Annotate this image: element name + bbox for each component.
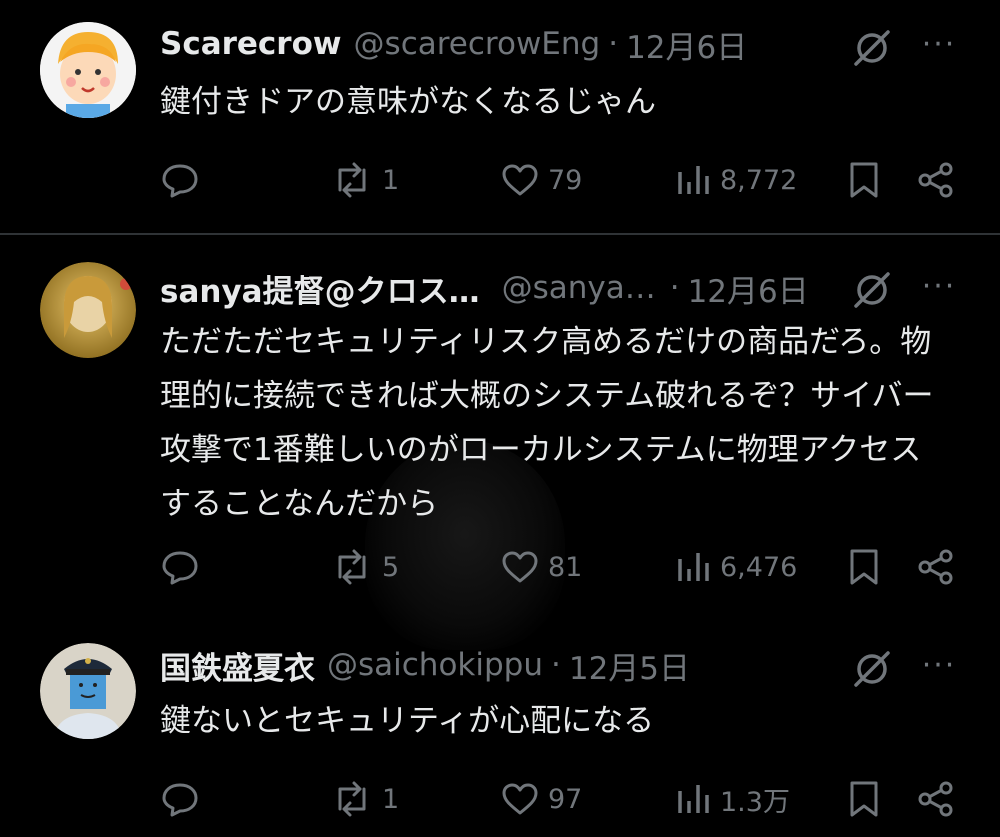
- photo-avatar-icon: [40, 262, 136, 358]
- like-button[interactable]: 81: [500, 545, 582, 589]
- retweet-icon: [338, 162, 366, 198]
- tweet-text: 鍵ないとセキュリティが心配になる: [160, 703, 655, 739]
- bookmark-button[interactable]: [846, 158, 882, 202]
- bookmark-button[interactable]: [846, 545, 882, 589]
- share-button[interactable]: [916, 777, 956, 821]
- views-button[interactable]: 8,772: [676, 158, 797, 202]
- like-button[interactable]: 97: [500, 777, 582, 821]
- like-count: 79: [548, 164, 583, 196]
- retweet-count: 1: [382, 783, 400, 815]
- view-count: 1.3万: [720, 786, 790, 818]
- views-button[interactable]: 6,476: [676, 545, 797, 589]
- bookmark-button[interactable]: [846, 777, 882, 821]
- uniform-person-avatar-icon: [40, 643, 136, 739]
- grok-icon[interactable]: [850, 647, 894, 691]
- views-button[interactable]: 1.3万: [676, 777, 790, 821]
- share-button[interactable]: [916, 158, 956, 202]
- analytics-icon: [678, 785, 709, 813]
- reply-button[interactable]: [160, 777, 208, 821]
- retweet-button[interactable]: 1: [330, 158, 399, 202]
- retweet-icon: [338, 781, 366, 817]
- share-icon: [918, 162, 953, 198]
- tweet-header: 国鉄盛夏衣 @saichokippu · 12月5日: [160, 643, 690, 687]
- display-name[interactable]: Scarecrow: [160, 26, 342, 62]
- reply-button[interactable]: [160, 545, 208, 589]
- share-button[interactable]: [916, 545, 956, 589]
- display-name[interactable]: sanya提督@クロス…: [160, 266, 480, 311]
- like-count: 81: [548, 551, 583, 583]
- reply-button[interactable]: [160, 158, 208, 202]
- separator-dot: ·: [608, 26, 619, 62]
- heart-icon: [502, 164, 538, 196]
- cartoon-boy-avatar-icon: [40, 22, 136, 118]
- tweet-divider: [0, 233, 1000, 235]
- heart-icon: [502, 783, 538, 815]
- tweet-text: ただただセキュリティリスク高めるだけの商品だろ。物理的に接続できれば大概のシステ…: [160, 324, 934, 522]
- analytics-icon: [678, 166, 709, 194]
- user-handle[interactable]: @sanya…: [502, 270, 656, 306]
- tweet-actions: 5 81 6,476: [0, 545, 1000, 589]
- reply-icon: [162, 551, 198, 585]
- like-count: 97: [548, 783, 583, 815]
- bookmark-icon: [850, 162, 878, 198]
- tweet-text: 鍵付きドアの意味がなくなるじゃん: [160, 84, 656, 120]
- user-handle[interactable]: @scarecrowEng: [354, 26, 601, 62]
- analytics-icon: [678, 553, 709, 581]
- retweet-count: 5: [382, 551, 400, 583]
- timestamp[interactable]: 12月5日: [569, 643, 690, 688]
- avatar[interactable]: [40, 22, 136, 118]
- grok-icon[interactable]: [850, 268, 894, 312]
- tweet-header: sanya提督@クロス… @sanya… · 12月6日: [160, 266, 809, 310]
- tweet-header: Scarecrow @scarecrowEng · 12月6日: [160, 22, 747, 66]
- more-options-icon[interactable]: ···: [917, 649, 961, 693]
- reply-icon: [162, 164, 198, 198]
- view-count: 6,476: [720, 551, 798, 583]
- share-icon: [918, 781, 953, 817]
- display-name[interactable]: 国鉄盛夏衣: [160, 643, 315, 688]
- retweet-button[interactable]: 5: [330, 545, 399, 589]
- bookmark-icon: [850, 549, 878, 585]
- retweet-icon: [338, 549, 366, 585]
- avatar[interactable]: [40, 262, 136, 358]
- tweet-actions: 1 79 8,772: [0, 158, 1000, 202]
- more-options-icon[interactable]: ···: [917, 28, 961, 72]
- user-handle[interactable]: @saichokippu: [327, 647, 543, 683]
- heart-icon: [502, 551, 538, 583]
- retweet-count: 1: [382, 164, 400, 196]
- like-button[interactable]: 79: [500, 158, 582, 202]
- view-count: 8,772: [720, 164, 798, 196]
- separator-dot: ·: [669, 270, 680, 306]
- grok-icon[interactable]: [850, 26, 894, 70]
- more-options-icon[interactable]: ···: [917, 270, 961, 314]
- reply-icon: [162, 783, 198, 817]
- avatar[interactable]: [40, 643, 136, 739]
- retweet-button[interactable]: 1: [330, 777, 399, 821]
- bookmark-icon: [850, 781, 878, 817]
- tweet-actions: 1 97 1.3万: [0, 777, 1000, 821]
- share-icon: [918, 549, 953, 585]
- separator-dot: ·: [551, 647, 561, 683]
- timestamp[interactable]: 12月6日: [688, 266, 809, 311]
- timestamp[interactable]: 12月6日: [626, 22, 747, 67]
